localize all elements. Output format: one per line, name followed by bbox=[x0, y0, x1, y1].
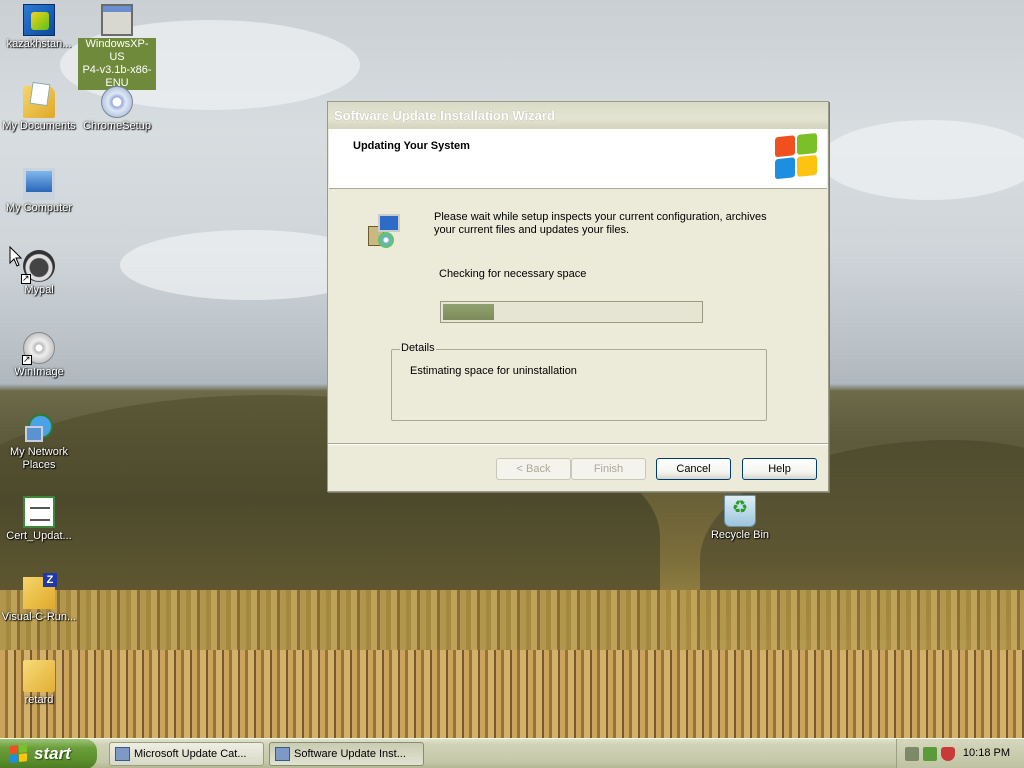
button-separator bbox=[328, 443, 828, 445]
desktop-icon-kazakhstan[interactable]: kazakhstan... bbox=[0, 4, 78, 51]
raccoon-icon bbox=[21, 250, 55, 285]
desktop-icon-label: Visual-C-Run... bbox=[1, 611, 77, 623]
network-status-icon[interactable] bbox=[905, 747, 919, 761]
network-icon bbox=[23, 412, 55, 444]
desktop-icon-my-network-places[interactable]: My Network Places bbox=[0, 412, 78, 472]
desktop-icon-label: retard bbox=[24, 694, 54, 706]
desktop-icon-chromesetup[interactable]: ChromeSetup bbox=[78, 86, 156, 133]
details-label: Details bbox=[400, 342, 436, 354]
taskbar-item-label: Microsoft Update Cat... bbox=[134, 748, 247, 760]
desktop-icon-label: kazakhstan... bbox=[6, 38, 72, 50]
cd-setup-icon bbox=[101, 86, 133, 118]
updates-icon[interactable] bbox=[923, 747, 937, 761]
desktop-icon-winimage[interactable]: WinImage bbox=[0, 332, 78, 379]
taskbar-item-microsoft-update-catalog[interactable]: Microsoft Update Cat... bbox=[109, 742, 264, 766]
desktop-icon-label: ChromeSetup bbox=[83, 120, 151, 132]
cloud bbox=[820, 120, 1024, 200]
cancel-button[interactable]: Cancel bbox=[656, 458, 731, 480]
desktop-icon-label: Cert_Updat... bbox=[6, 530, 72, 542]
zip-folder-icon bbox=[23, 573, 57, 609]
desktop-icon-cert-update[interactable]: Cert_Updat... bbox=[0, 496, 78, 543]
setup-computer-icon bbox=[368, 212, 402, 248]
mouse-cursor-icon bbox=[9, 246, 23, 267]
recycle-bin-icon bbox=[724, 495, 756, 527]
shortcut-arrow-icon bbox=[22, 353, 32, 366]
progress-bar-fill bbox=[443, 304, 495, 320]
desktop-icon-windowsxp-update[interactable]: WindowsXP-US P4-v3.1b-x86- ENU bbox=[78, 4, 156, 90]
desktop-icon-label: WindowsXP-US P4-v3.1b-x86- ENU bbox=[78, 38, 156, 90]
desktop-icon-label: WinImage bbox=[14, 366, 64, 378]
desktop-icon-retard-folder[interactable]: retard bbox=[0, 660, 78, 707]
certificate-icon bbox=[23, 496, 55, 528]
desktop-icon-label: My Documents bbox=[2, 120, 76, 132]
progress-bar bbox=[440, 301, 703, 323]
shortcut-arrow-icon bbox=[21, 272, 31, 285]
start-label: start bbox=[34, 744, 71, 763]
desktop-icon-label: Recycle Bin bbox=[710, 529, 770, 541]
details-groupbox: Details Estimating space for uninstallat… bbox=[391, 342, 767, 421]
folder-icon bbox=[23, 660, 55, 692]
wizard-message: Please wait while setup inspects your cu… bbox=[434, 211, 767, 236]
window-titlebar[interactable]: Software Update Installation Wizard bbox=[328, 102, 828, 129]
desktop-icon-visual-c-runtime[interactable]: Visual-C-Run... bbox=[0, 573, 78, 624]
disc-icon bbox=[22, 332, 55, 366]
vineyard-field bbox=[0, 650, 1024, 738]
wizard-header-title: Updating Your System bbox=[353, 140, 470, 152]
computer-icon bbox=[23, 168, 55, 200]
desktop-icon-recycle-bin[interactable]: Recycle Bin bbox=[701, 495, 779, 542]
setup-window-icon bbox=[275, 747, 290, 761]
help-button[interactable]: Help bbox=[742, 458, 817, 480]
desktop-icon-label: Mypal bbox=[24, 284, 54, 296]
system-tray: 10:18 PM bbox=[896, 739, 1024, 768]
windows-flag-icon bbox=[10, 744, 28, 764]
back-button[interactable]: < Back bbox=[496, 458, 571, 480]
desktop-icon-my-documents[interactable]: My Documents bbox=[0, 86, 78, 133]
wizard-header: Updating Your System bbox=[329, 129, 827, 189]
start-button[interactable]: start bbox=[0, 739, 97, 768]
desktop-icon-my-computer[interactable]: My Computer bbox=[0, 168, 78, 215]
taskbar-item-software-update[interactable]: Software Update Inst... bbox=[269, 742, 424, 766]
documents-folder-icon bbox=[23, 86, 55, 118]
security-shield-icon[interactable] bbox=[941, 747, 955, 761]
taskbar: start Microsoft Update Cat... Software U… bbox=[0, 738, 1024, 768]
desktop-icon-label: My Computer bbox=[5, 202, 73, 214]
windows-logo-icon bbox=[775, 132, 819, 184]
progress-status-text: Checking for necessary space bbox=[439, 268, 587, 280]
finish-button[interactable]: Finish bbox=[571, 458, 646, 480]
app-icon bbox=[23, 4, 55, 36]
desktop-icon-label: My Network Places bbox=[9, 446, 69, 471]
taskbar-item-label: Software Update Inst... bbox=[294, 748, 406, 760]
software-update-wizard-window: Software Update Installation Wizard Upda… bbox=[327, 101, 829, 492]
window-icon bbox=[101, 4, 133, 36]
details-text: Estimating space for uninstallation bbox=[410, 365, 577, 377]
taskbar-clock[interactable]: 10:18 PM bbox=[963, 747, 1010, 759]
browser-window-icon bbox=[115, 747, 130, 761]
